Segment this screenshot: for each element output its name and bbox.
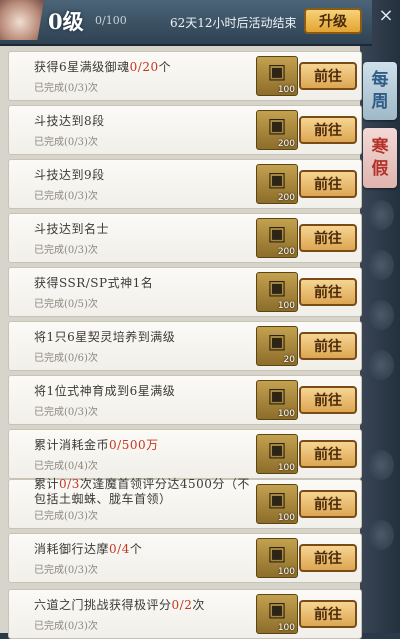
chest-icon: ▣	[267, 167, 287, 191]
reward-item[interactable]: ▣ 100	[256, 380, 298, 420]
go-button[interactable]: 前往	[299, 224, 357, 252]
reward-item[interactable]: ▣ 200	[256, 110, 298, 150]
reward-item[interactable]: ▣ 200	[256, 164, 298, 204]
task-title: 将1只6星契灵培养到满级	[34, 330, 176, 344]
task-card: 将1只6星契灵培养到满级 已完成(0/6)次 ▣ 20 前往	[8, 321, 362, 371]
task-card: 获得6星满级御魂0/20个 已完成(0/3)次 ▣ 100 前往	[8, 51, 362, 101]
level-label: 0级	[48, 9, 84, 34]
reward-item[interactable]: ▣ 100	[256, 538, 298, 578]
reward-quantity: 100	[277, 301, 295, 311]
reward-quantity: 100	[277, 409, 295, 419]
task-list[interactable]: 获得6星满级御魂0/20个 已完成(0/3)次 ▣ 100 前往 斗技达到8段 已完成(0/…	[0, 46, 362, 639]
chest-icon: ▣	[267, 383, 287, 407]
event-countdown: 62天12小时后活动结束	[170, 16, 297, 30]
side-decoration-icon	[368, 200, 394, 230]
task-status: 已完成(0/3)次	[34, 191, 98, 202]
task-status: 已完成(0/3)次	[34, 83, 98, 94]
task-progress: 0/2	[171, 598, 193, 612]
task-status: 已完成(0/3)次	[34, 621, 98, 632]
task-card: 斗技达到名士 已完成(0/3)次 ▣ 200 前往	[8, 213, 362, 263]
task-card: 斗技达到8段 已完成(0/3)次 ▣ 200 前往	[8, 105, 362, 155]
task-title: 累计0/3次逢魔首领评分达4500分（不包括土蜘蛛、胧车首领）	[34, 477, 250, 506]
exp-progress: 0/100	[95, 14, 127, 27]
side-decoration-icon	[368, 300, 394, 330]
task-status: 已完成(0/3)次	[34, 511, 98, 522]
task-card: 获得SSR/SP式神1名 已完成(0/5)次 ▣ 100 前往	[8, 267, 362, 317]
task-card: 六道之门挑战获得极评分0/2次 已完成(0/3)次 ▣ 100 前往	[8, 589, 362, 639]
close-icon[interactable]: ×	[376, 6, 396, 26]
task-progress: 0/4	[109, 542, 130, 556]
reward-item[interactable]: ▣ 20	[256, 326, 298, 366]
chest-icon: ▣	[267, 597, 287, 621]
task-title: 消耗御行达摩0/4个	[34, 542, 143, 556]
reward-quantity: 100	[277, 513, 295, 523]
task-status: 已完成(0/3)次	[34, 137, 98, 148]
go-button[interactable]: 前往	[299, 600, 357, 628]
chest-icon: ▣	[267, 329, 287, 353]
header-bar: 0级 0/100 62天12小时后活动结束 升级	[0, 0, 372, 46]
task-status: 已完成(0/3)次	[34, 245, 98, 256]
task-card: 斗技达到9段 已完成(0/3)次 ▣ 200 前往	[8, 159, 362, 209]
go-button[interactable]: 前往	[299, 386, 357, 414]
task-title: 斗技达到名士	[34, 222, 110, 236]
chest-icon: ▣	[267, 437, 287, 461]
go-button[interactable]: 前往	[299, 116, 357, 144]
go-button[interactable]: 前往	[299, 440, 357, 468]
go-button[interactable]: 前往	[299, 62, 357, 90]
task-status: 已完成(0/4)次	[34, 461, 98, 472]
chest-icon: ▣	[267, 221, 287, 245]
level-emblem-icon	[0, 0, 44, 40]
reward-quantity: 100	[277, 567, 295, 577]
side-decoration-icon	[368, 450, 394, 480]
reward-quantity: 100	[277, 623, 295, 633]
task-status: 已完成(0/6)次	[34, 353, 98, 364]
go-button[interactable]: 前往	[299, 278, 357, 306]
upgrade-button[interactable]: 升级	[304, 8, 362, 34]
go-button[interactable]: 前往	[299, 544, 357, 572]
reward-quantity: 200	[277, 247, 295, 257]
side-decoration-icon	[368, 520, 394, 550]
go-button[interactable]: 前往	[299, 170, 357, 198]
chest-icon: ▣	[267, 113, 287, 137]
reward-item[interactable]: ▣ 200	[256, 218, 298, 258]
side-decoration-icon	[368, 350, 394, 380]
task-progress: 0/3	[59, 477, 80, 491]
chest-icon: ▣	[267, 59, 287, 83]
go-button[interactable]: 前往	[299, 490, 357, 518]
reward-item[interactable]: ▣ 100	[256, 272, 298, 312]
reward-item[interactable]: ▣ 100	[256, 594, 298, 634]
reward-item[interactable]: ▣ 100	[256, 434, 298, 474]
reward-item[interactable]: ▣ 100	[256, 484, 298, 524]
task-status: 已完成(0/3)次	[34, 565, 98, 576]
side-decoration-icon	[368, 250, 394, 280]
reward-quantity: 20	[283, 355, 295, 365]
task-card: 将1位式神育成到6星满级 已完成(0/3)次 ▣ 100 前往	[8, 375, 362, 425]
task-progress: 0/500万	[109, 438, 159, 452]
chest-icon: ▣	[267, 541, 287, 565]
reward-item[interactable]: ▣ 100	[256, 56, 298, 96]
task-card: 消耗御行达摩0/4个 已完成(0/3)次 ▣ 100 前往	[8, 533, 362, 583]
tab-winter-break[interactable]: 寒 假	[363, 128, 397, 188]
task-title: 获得6星满级御魂0/20个	[34, 60, 172, 74]
go-button[interactable]: 前往	[299, 332, 357, 360]
reward-quantity: 100	[277, 85, 295, 95]
task-status: 已完成(0/5)次	[34, 299, 98, 310]
task-title: 获得SSR/SP式神1名	[34, 276, 154, 290]
task-card: 累计0/3次逢魔首领评分达4500分（不包括土蜘蛛、胧车首领） 已完成(0/3)次…	[8, 477, 362, 529]
task-card: 累计消耗金币0/500万 已完成(0/4)次 ▣ 100 前往	[8, 429, 362, 479]
task-status: 已完成(0/3)次	[34, 407, 98, 418]
task-title: 六道之门挑战获得极评分0/2次	[34, 598, 205, 612]
task-title: 斗技达到9段	[34, 168, 105, 182]
chest-icon: ▣	[267, 275, 287, 299]
chest-icon: ▣	[267, 487, 287, 511]
reward-quantity: 100	[277, 463, 295, 473]
task-title: 累计消耗金币0/500万	[34, 438, 159, 452]
task-title: 将1位式神育成到6星满级	[34, 384, 176, 398]
reward-quantity: 200	[277, 193, 295, 203]
task-title: 斗技达到8段	[34, 114, 105, 128]
tab-weekly[interactable]: 每 周	[363, 62, 397, 120]
task-progress: 0/20	[129, 60, 159, 74]
reward-quantity: 200	[277, 139, 295, 149]
